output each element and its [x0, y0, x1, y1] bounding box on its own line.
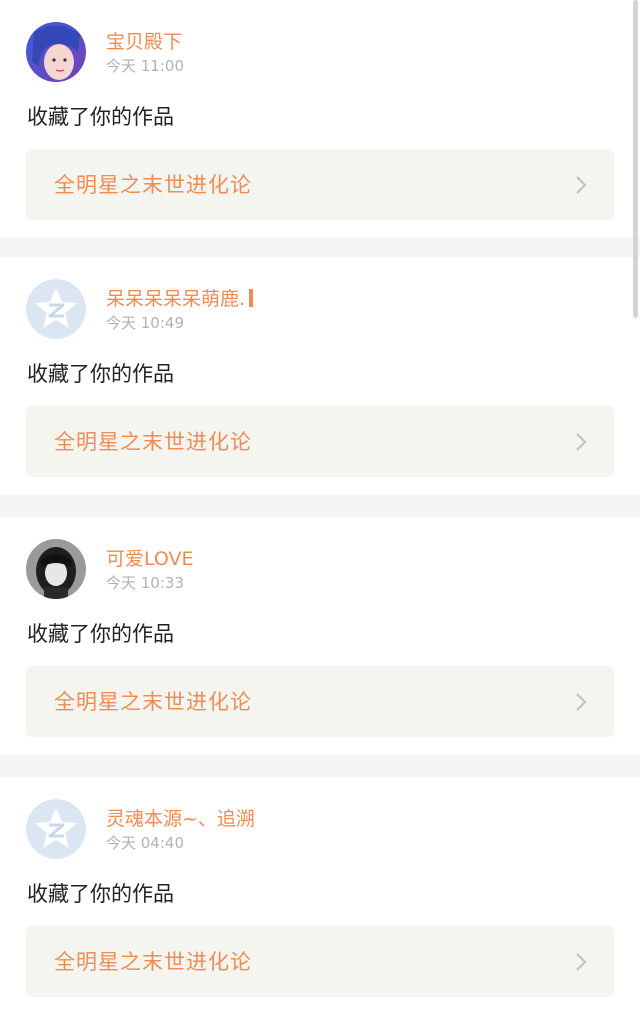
timestamp: 今天 10:33 — [106, 574, 184, 592]
username[interactable]: 可爱LOVE — [106, 547, 194, 571]
work-link[interactable]: 全明星之末世进化论 — [26, 926, 614, 997]
default-avatar-icon — [26, 799, 86, 859]
avatar[interactable] — [26, 22, 86, 82]
work-link[interactable]: 全明星之末世进化论 — [26, 149, 614, 220]
notification-card: 灵魂本源~、追溯 今天 04:40 收藏了你的作品 全明星之末世进化论 — [0, 777, 640, 1020]
decoration-bar-icon — [249, 289, 254, 307]
work-title: 全明星之末世进化论 — [54, 430, 252, 454]
action-text: 收藏了你的作品 — [27, 882, 174, 906]
avatar[interactable] — [26, 539, 86, 599]
scrollbar[interactable] — [633, 0, 638, 318]
user-photo-icon — [26, 22, 86, 82]
avatar[interactable] — [26, 279, 86, 339]
work-title: 全明星之末世进化论 — [54, 173, 252, 197]
chevron-right-icon — [574, 692, 588, 712]
timestamp: 今天 04:40 — [106, 834, 184, 852]
work-title: 全明星之末世进化论 — [54, 690, 252, 714]
username-text: 呆呆呆呆呆萌鹿. — [106, 288, 246, 310]
notification-card: 呆呆呆呆呆萌鹿. 今天 10:49 收藏了你的作品 全明星之末世进化论 — [0, 257, 640, 495]
action-text: 收藏了你的作品 — [27, 105, 174, 129]
notification-card: 宝贝殿下 今天 11:00 收藏了你的作品 全明星之末世进化论 — [0, 0, 640, 238]
action-text: 收藏了你的作品 — [27, 622, 174, 646]
chevron-right-icon — [574, 175, 588, 195]
chevron-right-icon — [574, 432, 588, 452]
username[interactable]: 灵魂本源~、追溯 — [106, 807, 255, 831]
chevron-right-icon — [574, 952, 588, 972]
work-link[interactable]: 全明星之末世进化论 — [26, 666, 614, 737]
avatar[interactable] — [26, 799, 86, 859]
user-photo-icon — [26, 539, 86, 599]
timestamp: 今天 11:00 — [106, 57, 184, 75]
work-link[interactable]: 全明星之末世进化论 — [26, 406, 614, 477]
work-title: 全明星之末世进化论 — [54, 950, 252, 974]
notification-card: 可爱LOVE 今天 10:33 收藏了你的作品 全明星之末世进化论 — [0, 517, 640, 755]
username[interactable]: 呆呆呆呆呆萌鹿. — [106, 287, 254, 311]
notification-list: 宝贝殿下 今天 11:00 收藏了你的作品 全明星之末世进化论 呆呆呆呆呆萌鹿.… — [0, 0, 640, 1020]
default-avatar-icon — [26, 279, 86, 339]
username[interactable]: 宝贝殿下 — [106, 30, 182, 54]
action-text: 收藏了你的作品 — [27, 362, 174, 386]
timestamp: 今天 10:49 — [106, 314, 184, 332]
